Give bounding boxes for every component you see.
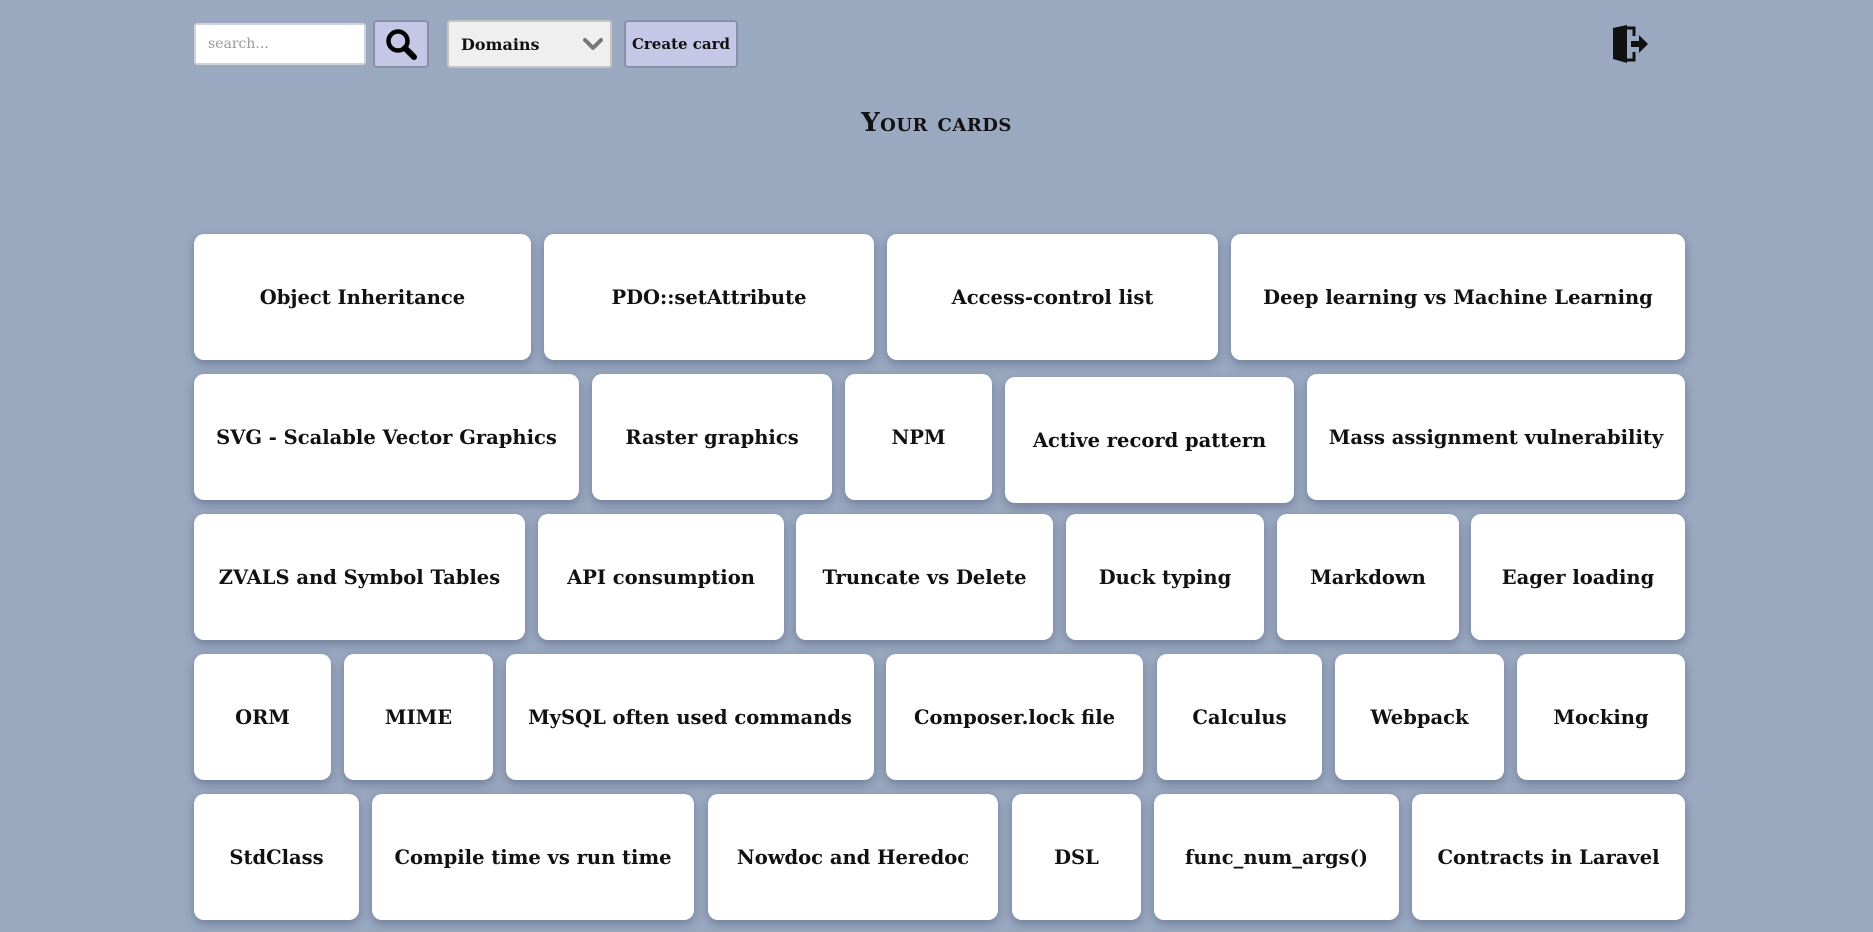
card[interactable]: Eager loading: [1471, 514, 1685, 640]
card[interactable]: SVG - Scalable Vector Graphics: [194, 374, 579, 500]
card[interactable]: Contracts in Laravel: [1412, 794, 1685, 920]
card[interactable]: Nowdoc and Heredoc: [708, 794, 998, 920]
card[interactable]: Markdown: [1277, 514, 1459, 640]
create-card-button[interactable]: Create card: [624, 20, 738, 68]
card[interactable]: ORM: [194, 654, 331, 780]
card[interactable]: DSL: [1012, 794, 1141, 920]
card[interactable]: Mocking: [1517, 654, 1685, 780]
card[interactable]: Compile time vs run time: [372, 794, 694, 920]
card[interactable]: Raster graphics: [592, 374, 832, 500]
search-icon: [386, 29, 417, 60]
domains-select-label: Domains: [461, 34, 540, 54]
card[interactable]: PDO::setAttribute: [544, 234, 874, 360]
page-title: Your cards: [861, 108, 1012, 138]
logout-button[interactable]: [1608, 24, 1648, 64]
card[interactable]: Truncate vs Delete: [796, 514, 1053, 640]
card[interactable]: func_num_args(): [1154, 794, 1399, 920]
chevron-down-icon: [583, 38, 603, 50]
card[interactable]: ZVALS and Symbol Tables: [194, 514, 525, 640]
card[interactable]: Access-control list: [887, 234, 1218, 360]
card[interactable]: StdClass: [194, 794, 359, 920]
card[interactable]: MIME: [344, 654, 493, 780]
search-input[interactable]: [194, 23, 366, 65]
domains-select[interactable]: Domains: [447, 20, 612, 68]
card[interactable]: Webpack: [1335, 654, 1504, 780]
card[interactable]: NPM: [845, 374, 992, 500]
card[interactable]: Duck typing: [1066, 514, 1264, 640]
logout-icon: [1613, 25, 1648, 63]
card[interactable]: Composer.lock file: [886, 654, 1143, 780]
card[interactable]: Calculus: [1157, 654, 1322, 780]
create-card-label: Create card: [631, 35, 731, 53]
card[interactable]: Deep learning vs Machine Learning: [1231, 234, 1685, 360]
search-button[interactable]: [373, 20, 429, 68]
toolbar: Domains Create card: [194, 20, 738, 68]
card[interactable]: API consumption: [538, 514, 784, 640]
card[interactable]: Mass assignment vulnerability: [1307, 374, 1685, 500]
card[interactable]: Active record pattern: [1005, 377, 1294, 503]
card[interactable]: MySQL often used commands: [506, 654, 874, 780]
card[interactable]: Object Inheritance: [194, 234, 531, 360]
